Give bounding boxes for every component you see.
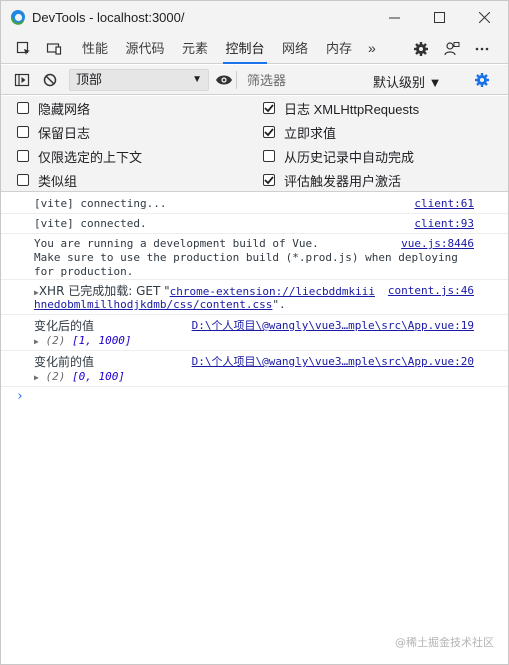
console-output: [vite] connecting... client:61 [vite] co… <box>1 193 508 653</box>
live-expression-eye-icon[interactable] <box>215 71 233 89</box>
console-message: [vite] connected. client:93 <box>1 214 508 234</box>
option-label: 仅限选定的上下文 <box>38 149 143 165</box>
message-source-link[interactable]: client:93 <box>414 217 474 231</box>
xhr-url-link[interactable]: chrome-extension://liecbddmkiii <box>170 285 375 298</box>
edge-devtools-icon <box>10 9 26 25</box>
feedback-icon[interactable] <box>443 40 461 58</box>
console-settings-pane: 隐藏网络 保留日志 仅限选定的上下文 类似组 日志 XMLHttpRequest… <box>1 96 508 192</box>
console-message: 变化前的值 D:\个人项目\@wangly\vue3…mple\src\App.… <box>1 351 508 387</box>
message-source-link[interactable]: D:\个人项目\@wangly\vue3…mple\src\App.vue:20 <box>192 355 474 369</box>
console-message: You are running a development build of V… <box>1 234 508 280</box>
more-tabs-button[interactable]: » <box>368 40 376 56</box>
message-source-link[interactable]: D:\个人项目\@wangly\vue3…mple\src\App.vue:19 <box>192 319 474 333</box>
close-icon <box>479 12 490 23</box>
clear-console-icon[interactable] <box>41 71 59 89</box>
array-preview[interactable]: ▶ (2) [1, 1000] <box>34 334 132 349</box>
filter-input[interactable] <box>241 69 361 91</box>
checkmark-icon <box>264 104 274 113</box>
xhr-message-line2: hnedobmlmillhodjkdmb/css/content.css". <box>34 298 286 312</box>
array-value: [0, 100] <box>71 370 125 383</box>
option-label: 保留日志 <box>38 125 91 141</box>
checkmark-icon <box>264 128 274 137</box>
console-prompt[interactable]: › <box>16 389 24 404</box>
context-selector-value: 顶部 <box>76 72 103 87</box>
tab-network[interactable]: 网络 <box>279 34 311 64</box>
log-levels-dropdown[interactable]: 默认级别 ▼ <box>373 72 441 91</box>
context-selector[interactable]: 顶部 ▼ <box>69 69 209 91</box>
xhr-url-link-cont[interactable]: hnedobmlmillhodjkdmb/css/content.css <box>34 298 272 311</box>
close-button[interactable] <box>462 1 507 34</box>
inspect-element-icon[interactable] <box>15 40 33 58</box>
console-message: 变化后的值 D:\个人项目\@wangly\vue3…mple\src\App.… <box>1 315 508 351</box>
checkbox[interactable] <box>17 150 29 162</box>
message-text: You are running a development build of V… <box>34 237 458 278</box>
title-bar: DevTools - localhost:3000/ <box>1 1 508 34</box>
log-label: 变化前的值 <box>34 355 95 369</box>
sidebar-toggle-icon[interactable] <box>13 71 31 89</box>
checkbox-checked[interactable] <box>263 174 275 186</box>
option-label: 评估触发器用户激活 <box>284 173 402 189</box>
expand-triangle-icon: ▶ <box>34 373 39 382</box>
checkbox[interactable] <box>17 174 29 186</box>
option-label: 隐藏网络 <box>38 101 91 117</box>
chevron-down-icon: ▼ <box>192 74 202 85</box>
option-log-xhr[interactable]: 日志 XMLHttpRequests <box>263 98 419 118</box>
toolbar-divider <box>236 71 237 89</box>
message-text: [vite] connecting... <box>34 197 167 210</box>
xhr-suffix: ". <box>272 298 286 311</box>
option-preserve-log[interactable]: 保留日志 <box>17 122 90 142</box>
option-autocomplete-history[interactable]: 从历史记录中自动完成 <box>263 146 414 166</box>
devtools-tab-bar: 性能 源代码 元素 控制台 网络 内存 » <box>1 34 508 64</box>
array-preview[interactable]: ▶ (2) [0, 100] <box>34 370 125 385</box>
checkbox[interactable] <box>263 150 275 162</box>
devtools-window: DevTools - localhost:3000/ 性能 源代码 元素 控制台… <box>0 0 509 665</box>
watermark: @稀土掘金技术社区 <box>395 636 494 649</box>
console-settings-gear-icon[interactable] <box>473 71 491 89</box>
tab-elements[interactable]: 元素 <box>179 34 211 64</box>
window-title: DevTools - localhost:3000/ <box>32 10 185 25</box>
checkbox[interactable] <box>17 102 29 114</box>
tab-memory[interactable]: 内存 <box>323 34 355 64</box>
console-message-xhr: ▶XHR 已完成加载: GET "chrome-extension://liec… <box>1 280 508 315</box>
option-label: 类似组 <box>38 173 78 189</box>
device-toolbar-icon[interactable] <box>45 40 63 58</box>
option-hide-network[interactable]: 隐藏网络 <box>17 98 90 118</box>
log-label: 变化后的值 <box>34 319 95 333</box>
checkbox-checked[interactable] <box>263 102 275 114</box>
option-label: 立即求值 <box>284 125 337 141</box>
message-text: [vite] connected. <box>34 217 147 230</box>
option-selected-context-only[interactable]: 仅限选定的上下文 <box>17 146 142 166</box>
minimize-button[interactable] <box>372 1 417 34</box>
message-source-link[interactable]: content.js:46 <box>388 284 474 298</box>
array-length: (2) <box>45 370 66 383</box>
message-source-link[interactable]: client:61 <box>414 197 474 211</box>
maximize-icon <box>434 12 445 23</box>
settings-gear-icon[interactable] <box>412 40 430 58</box>
option-eager-evaluation[interactable]: 立即求值 <box>263 122 336 142</box>
checkbox-checked[interactable] <box>263 126 275 138</box>
option-label: 从历史记录中自动完成 <box>284 149 415 165</box>
tab-console[interactable]: 控制台 <box>223 34 267 64</box>
checkbox[interactable] <box>17 126 29 138</box>
tab-performance[interactable]: 性能 <box>79 34 111 64</box>
more-options-icon[interactable] <box>473 40 491 58</box>
console-message: [vite] connecting... client:61 <box>1 193 508 214</box>
minimize-icon <box>389 17 400 19</box>
option-user-activation[interactable]: 评估触发器用户激活 <box>263 170 401 190</box>
option-group-similar[interactable]: 类似组 <box>17 170 77 190</box>
checkmark-icon <box>264 176 274 185</box>
maximize-button[interactable] <box>417 1 462 34</box>
xhr-prefix: XHR 已完成加载: GET " <box>38 284 170 298</box>
console-toolbar: 顶部 ▼ 默认级别 ▼ <box>1 65 508 95</box>
option-label: 日志 XMLHttpRequests <box>284 101 420 117</box>
array-length: (2) <box>45 334 66 347</box>
message-source-link[interactable]: vue.js:8446 <box>401 237 474 251</box>
expand-triangle-icon: ▶ <box>34 337 39 346</box>
array-value: [1, 1000] <box>71 334 132 347</box>
tab-sources[interactable]: 源代码 <box>125 34 165 64</box>
